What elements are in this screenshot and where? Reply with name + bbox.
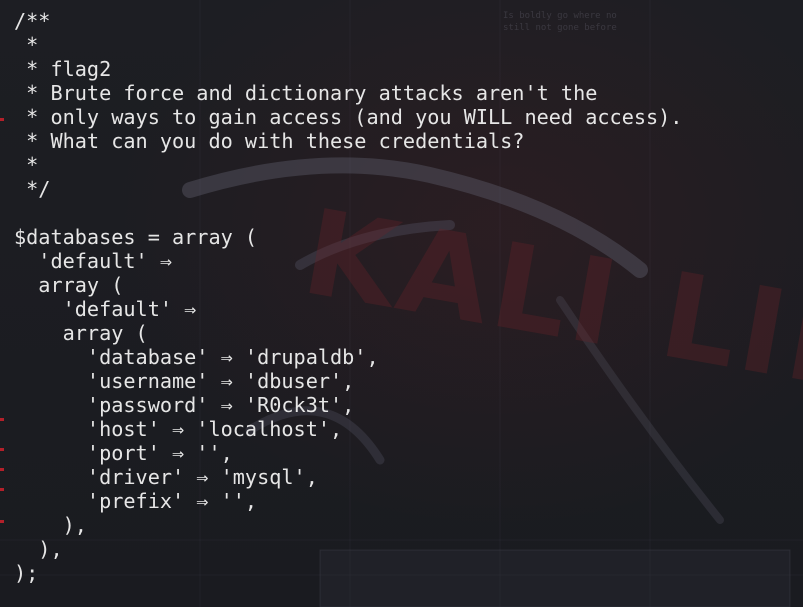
gutter-marker bbox=[0, 520, 4, 523]
terminal-line: 'prefix' ⇒ '', bbox=[14, 489, 258, 513]
terminal-line: 'default' ⇒ bbox=[14, 249, 173, 273]
terminal-line: 'default' ⇒ bbox=[14, 297, 197, 321]
terminal-line: array ( bbox=[14, 321, 148, 345]
terminal-line: 'driver' ⇒ 'mysql', bbox=[14, 465, 318, 489]
terminal-line: 'port' ⇒ '', bbox=[14, 441, 233, 465]
terminal-line: 'password' ⇒ 'R0ck3t', bbox=[14, 393, 355, 417]
terminal-line: * bbox=[14, 33, 39, 57]
terminal-line: $databases = array ( bbox=[14, 225, 258, 249]
gutter-marker bbox=[0, 418, 4, 421]
terminal-output[interactable]: /** * * flag2 * Brute force and dictiona… bbox=[14, 9, 682, 585]
terminal-line: * bbox=[14, 153, 39, 177]
gutter-marker bbox=[0, 118, 4, 121]
gutter-marker bbox=[0, 468, 4, 471]
gutter-marker bbox=[0, 448, 4, 451]
terminal-line: 'database' ⇒ 'drupaldb', bbox=[14, 345, 379, 369]
terminal-line: array ( bbox=[14, 273, 124, 297]
terminal-line: * flag2 bbox=[14, 57, 112, 81]
terminal-line: 'host' ⇒ 'localhost', bbox=[14, 417, 343, 441]
gutter-marker bbox=[0, 488, 4, 491]
terminal-line: ); bbox=[14, 561, 39, 585]
terminal-line: ), bbox=[14, 513, 87, 537]
terminal-line: 'username' ⇒ 'dbuser', bbox=[14, 369, 355, 393]
terminal-line: /** bbox=[14, 9, 51, 33]
terminal-line: * only ways to gain access (and you WILL… bbox=[14, 105, 683, 129]
terminal-line: * What can you do with these credentials… bbox=[14, 129, 525, 153]
terminal-line: */ bbox=[14, 177, 51, 201]
terminal-line: * Brute force and dictionary attacks are… bbox=[14, 81, 598, 105]
terminal-line: ), bbox=[14, 537, 63, 561]
